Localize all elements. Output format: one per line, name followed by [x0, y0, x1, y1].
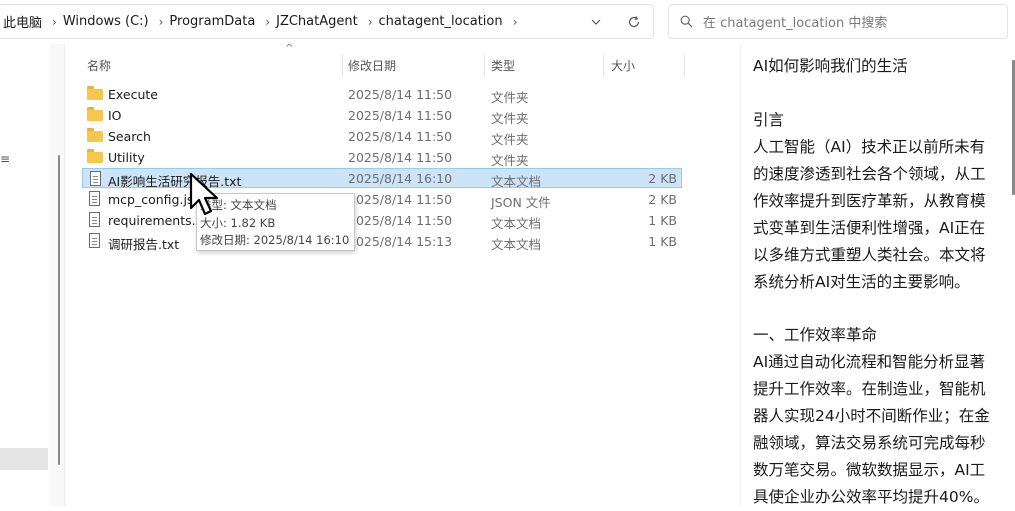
- preview-heading: 引言: [753, 111, 785, 129]
- text-file-icon: [87, 191, 103, 207]
- preview-text-line: 式变革到生活便利性增强，AI正在: [753, 219, 986, 237]
- file-row[interactable]: Utility 2025/8/14 11:50 文件夹: [82, 147, 682, 168]
- file-size: 2 KB: [648, 171, 677, 186]
- address-history-button[interactable]: [577, 5, 615, 38]
- file-row[interactable]: IO 2025/8/14 11:50 文件夹: [82, 105, 682, 126]
- file-type: 文本文档: [491, 174, 542, 189]
- tooltip-date: 修改日期: 2025/8/14 16:10: [200, 233, 350, 247]
- file-type: 文件夹: [491, 111, 529, 126]
- folder-icon: [87, 149, 103, 165]
- pane-divider[interactable]: [740, 44, 741, 506]
- file-name: IO: [108, 108, 122, 123]
- chevron-down-icon: [591, 19, 601, 25]
- text-file-icon: [87, 212, 103, 228]
- file-name: Utility: [108, 150, 145, 165]
- file-type: 文本文档: [491, 216, 542, 231]
- file-row[interactable]: Execute 2025/8/14 11:50 文件夹: [82, 84, 682, 105]
- preview-text-line: 器人实现24小时不间断作业；在金: [753, 407, 990, 425]
- preview-text-line: 系统分析AI对生活的主要影响。: [753, 273, 970, 291]
- column-divider[interactable]: [484, 55, 485, 77]
- column-divider[interactable]: [684, 55, 685, 77]
- nav-selected-item[interactable]: [0, 448, 48, 470]
- breadcrumb-separator[interactable]: ›: [255, 15, 276, 29]
- preview-heading: 一、工作效率革命: [753, 326, 878, 344]
- file-row-selected[interactable]: AI影响生活研究报告.txt 2025/8/14 16:10 文本文档 2 KB: [82, 168, 682, 189]
- file-name: 调研报告.txt: [108, 237, 180, 252]
- file-date: 2025/8/14 11:50: [348, 108, 453, 123]
- file-date: 2025/8/14 11:50: [348, 129, 453, 144]
- preview-text-line: 的速度渗透到社会各个领域，从工: [753, 165, 986, 183]
- breadcrumb-chatagent-location[interactable]: chatagent_location: [379, 14, 503, 29]
- tooltip-size: 大小: 1.82 KB: [200, 215, 276, 230]
- breadcrumb-jzchatagent[interactable]: JZChatAgent: [276, 14, 358, 29]
- tooltip-type: 类型: 文本文档: [200, 198, 277, 212]
- file-row[interactable]: mcp_config.json 2025/8/14 11:50 JSON 文件 …: [82, 189, 682, 210]
- file-name: Execute: [108, 87, 158, 102]
- preview-text-line: 作效率提升到医疗革新，从教育模: [753, 192, 986, 210]
- preview-title: AI如何影响我们的生活: [753, 57, 908, 75]
- mouse-cursor-icon: [189, 172, 219, 216]
- breadcrumb-separator[interactable]: ›: [42, 15, 63, 29]
- text-file-icon: [88, 171, 104, 187]
- file-size: 1 KB: [648, 234, 677, 249]
- file-size: 1 KB: [648, 213, 677, 228]
- file-date: 2025/8/14 11:50: [348, 87, 453, 102]
- preview-text-line: 提升工作效率。在制造业，智能机: [753, 380, 986, 398]
- preview-intro: 引言 人工智能（AI）技术正以前所未有 的速度渗透到社会各个领域，从工 作效率提…: [753, 107, 986, 296]
- column-name[interactable]: 名称: [87, 57, 111, 74]
- folder-icon: [87, 86, 103, 102]
- file-type: 文件夹: [491, 153, 529, 168]
- column-divider[interactable]: [342, 55, 343, 77]
- preview-section-1: 一、工作效率革命 AI通过自动化流程和智能分析显著 提升工作效率。在制造业，智能…: [753, 322, 990, 511]
- column-type[interactable]: 类型: [491, 57, 515, 74]
- file-date: 2025/8/14 15:13: [348, 234, 453, 249]
- breadcrumb-programdata[interactable]: ProgramData: [169, 14, 255, 29]
- file-date: 2025/8/14 11:50: [348, 213, 453, 228]
- search-placeholder: 在 chatagent_location 中搜索: [703, 16, 888, 31]
- preview-text-line: 融领域，算法交易系统可完成每秒: [753, 434, 986, 452]
- column-size[interactable]: 大小: [611, 57, 635, 74]
- folder-icon: [87, 128, 103, 144]
- sort-ascending-icon: ^: [285, 43, 294, 54]
- search-box[interactable]: 在 chatagent_location 中搜索: [668, 4, 1008, 39]
- file-type: 文件夹: [491, 90, 529, 105]
- file-type: JSON 文件: [491, 195, 551, 210]
- preview-text-line: 人工智能（AI）技术正以前所未有: [753, 138, 986, 156]
- file-type: 文件夹: [491, 132, 529, 147]
- preview-text-line: 以多维方式重塑人类社会。本文将: [753, 246, 986, 264]
- file-row[interactable]: requirements.txt 2025/8/14 11:50 文本文档 1 …: [82, 210, 682, 231]
- search-icon: [669, 15, 703, 28]
- navigation-pane[interactable]: ≡: [0, 44, 50, 506]
- preview-text-line: 数万笔交易。微软数据显示，AI工: [753, 461, 986, 479]
- refresh-icon: [628, 15, 640, 27]
- breadcrumb-this-pc[interactable]: 此电脑: [0, 12, 42, 31]
- file-date: 2025/8/14 11:50: [348, 150, 453, 165]
- file-date: 2025/8/14 11:50: [348, 192, 453, 207]
- file-name: Search: [108, 129, 151, 144]
- column-header: ^ 名称 修改日期 类型 大小: [80, 43, 685, 80]
- column-divider[interactable]: [603, 55, 604, 77]
- preview-text-line: 具使企业办公效率平均提升40%。: [753, 488, 989, 506]
- breadcrumb-windows-c[interactable]: Windows (C:): [63, 14, 149, 29]
- text-file-icon: [87, 233, 103, 249]
- preview-text-line: AI通过自动化流程和智能分析显著: [753, 353, 986, 371]
- column-date[interactable]: 修改日期: [348, 57, 396, 74]
- file-date: 2025/8/14 16:10: [348, 171, 453, 186]
- address-bar[interactable]: 此电脑 › Windows (C:) › ProgramData › JZCha…: [0, 4, 654, 39]
- breadcrumb-separator[interactable]: ›: [358, 15, 379, 29]
- file-size: 2 KB: [648, 192, 677, 207]
- nav-item-icon: ≡: [0, 152, 11, 166]
- file-row[interactable]: Search 2025/8/14 11:50 文件夹: [82, 126, 682, 147]
- folder-icon: [87, 107, 103, 123]
- file-row[interactable]: 调研报告.txt 2025/8/14 15:13 文本文档 1 KB: [82, 231, 682, 252]
- navigation-scrollbar[interactable]: [58, 155, 60, 465]
- breadcrumb-separator[interactable]: ›: [503, 15, 524, 29]
- file-type: 文本文档: [491, 237, 542, 252]
- breadcrumb-separator[interactable]: ›: [149, 15, 170, 29]
- refresh-button[interactable]: [615, 5, 653, 38]
